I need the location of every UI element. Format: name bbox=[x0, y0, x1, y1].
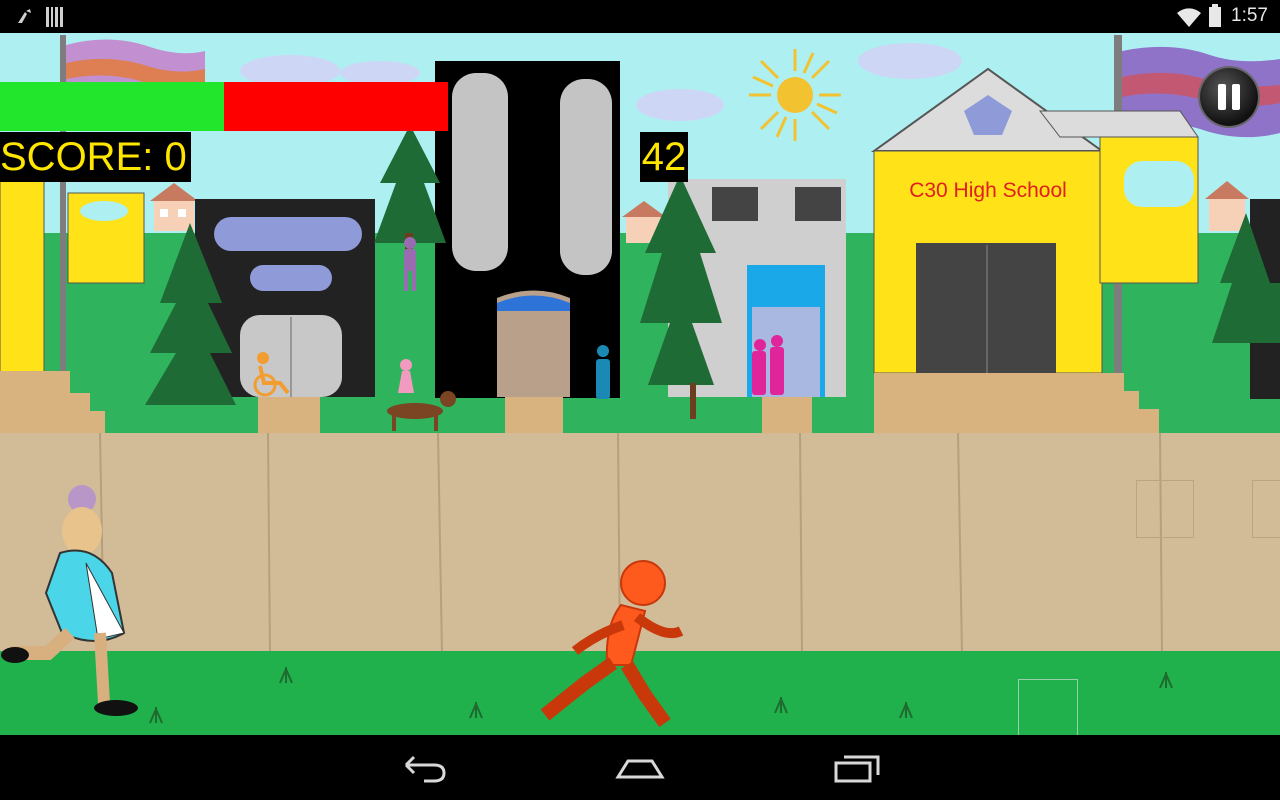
score-panel: SCORE: 0 bbox=[0, 132, 191, 182]
obstacle-placeholder bbox=[1136, 480, 1194, 538]
timer-text: 42 bbox=[641, 135, 687, 179]
chasing-grandma bbox=[1, 485, 138, 716]
small-house bbox=[150, 183, 198, 231]
usb-debug-icon bbox=[18, 9, 31, 23]
home-icon bbox=[615, 759, 665, 779]
recent-apps-button[interactable] bbox=[832, 751, 884, 785]
game-canvas[interactable]: C30 High School SCORE: 0 42 bbox=[0, 33, 1280, 735]
recent-apps-icon bbox=[834, 755, 880, 783]
health-bar-fill bbox=[0, 82, 224, 131]
clock: 1:57 bbox=[1231, 5, 1268, 26]
back-button[interactable] bbox=[398, 753, 450, 785]
wifi-icon bbox=[1177, 8, 1201, 27]
battery-icon bbox=[1209, 4, 1221, 27]
barcode-icon bbox=[46, 7, 63, 27]
sun bbox=[749, 49, 841, 141]
health-bar bbox=[0, 82, 448, 131]
pause-icon bbox=[1218, 84, 1240, 110]
back-arrow-icon bbox=[404, 755, 446, 783]
player-runner bbox=[540, 560, 684, 727]
timer-panel: 42 bbox=[640, 132, 688, 182]
school-sign: C30 High School bbox=[909, 179, 1067, 202]
score-text: SCORE: 0 bbox=[0, 135, 187, 179]
obstacle-placeholder bbox=[1252, 480, 1280, 538]
pause-button[interactable] bbox=[1200, 68, 1258, 126]
status-bar: 1:57 bbox=[0, 0, 1280, 33]
obstacle-placeholder bbox=[1018, 679, 1078, 735]
navigation-bar bbox=[0, 735, 1280, 800]
home-button[interactable] bbox=[614, 753, 666, 785]
